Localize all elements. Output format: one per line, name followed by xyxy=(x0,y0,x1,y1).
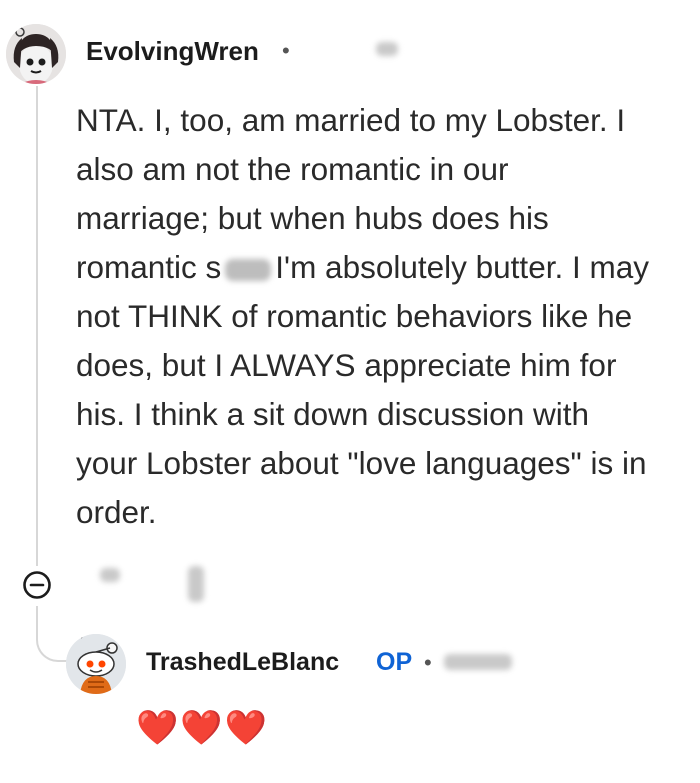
redacted-timestamp xyxy=(444,654,512,670)
comment-text-segment: romantic s xyxy=(76,249,222,285)
comment-line: not THINK of romantic behaviors like he xyxy=(76,298,633,334)
snoo-avatar-icon xyxy=(66,634,126,694)
collapse-thread-button[interactable] xyxy=(22,570,52,600)
comment-line: marriage; but when hubs does his xyxy=(76,200,549,236)
reply-body: ❤️❤️❤️ xyxy=(136,709,270,747)
comment-username[interactable]: EvolvingWren xyxy=(86,36,259,67)
comment-line: his. I think a sit down discussion with xyxy=(76,396,589,432)
minus-circle-icon xyxy=(23,571,51,599)
thread-connector xyxy=(36,606,68,662)
reply-username[interactable]: TrashedLeBlanc xyxy=(146,648,339,677)
censored-word xyxy=(225,258,272,281)
comment-line: your Lobster about "love languages" is i… xyxy=(76,445,647,481)
comment-line: also am not the romantic in our xyxy=(76,151,509,187)
separator-dot: • xyxy=(282,38,290,63)
thread-line xyxy=(36,86,38,566)
redacted-action xyxy=(188,566,204,602)
separator-dot: • xyxy=(424,650,432,675)
comment-line: NTA. I, too, am married to my Lobster. I xyxy=(76,102,626,138)
op-badge: OP xyxy=(376,648,413,676)
user-avatar[interactable] xyxy=(6,24,66,84)
snoo-avatar-icon xyxy=(6,24,66,84)
comment-line: order. xyxy=(76,494,157,530)
comment-line: romantic s I'm absolutely butter. I may xyxy=(76,243,686,292)
comment-text-segment: I'm absolutely butter. I may xyxy=(275,249,649,285)
comment-line: does, but I ALWAYS appreciate him for xyxy=(76,347,617,383)
redacted-action xyxy=(100,568,120,582)
redacted-timestamp xyxy=(376,42,398,56)
comment-body: NTA. I, too, am married to my Lobster. I… xyxy=(76,96,686,537)
user-avatar[interactable] xyxy=(66,634,126,694)
